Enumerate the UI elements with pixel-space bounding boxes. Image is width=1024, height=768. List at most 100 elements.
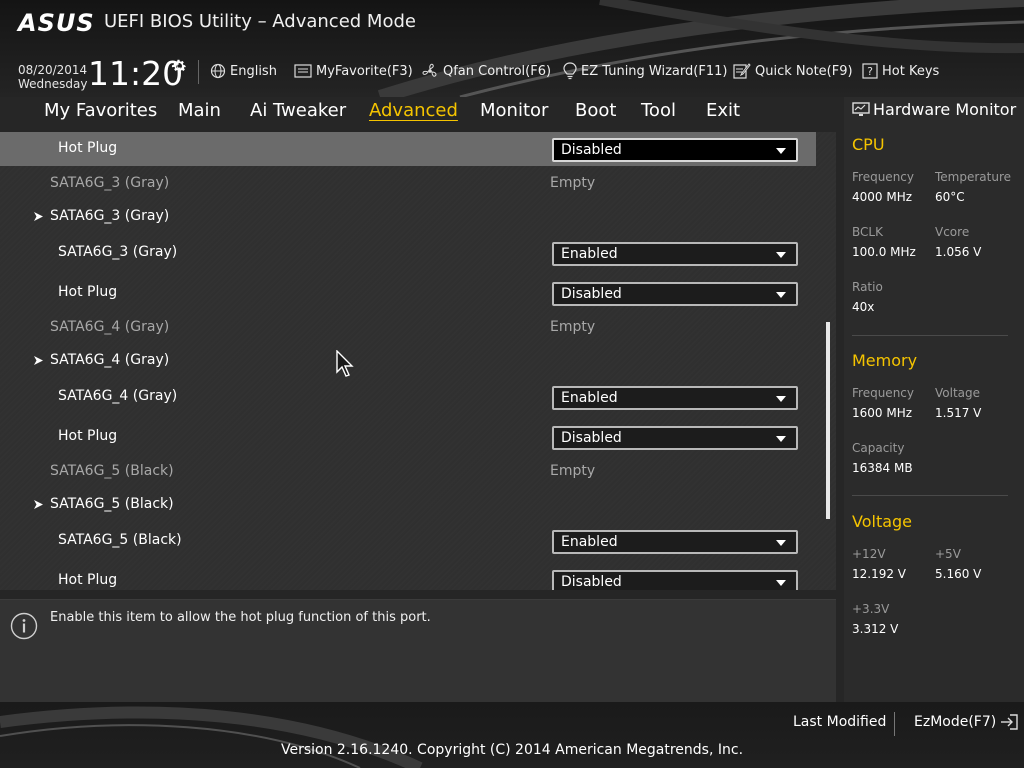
- arrow-right-icon: [34, 212, 43, 221]
- setting-row-hot-plug-3[interactable]: Hot Plug Disabled: [0, 276, 816, 310]
- app-title: UEFI BIOS Utility – Advanced Mode: [104, 11, 416, 32]
- v12-label: +12V: [852, 547, 886, 561]
- setting-label: Hot Plug: [58, 572, 118, 588]
- caret-down-icon: [776, 252, 786, 258]
- setting-row-sata6g-4[interactable]: SATA6G_4 (Gray) Enabled: [0, 380, 816, 414]
- settings-list[interactable]: Hot Plug Disabled SATA6G_3 (Gray) Empty …: [0, 132, 836, 590]
- bclk-value: 100.0 MHz: [852, 245, 916, 259]
- tab-main[interactable]: Main: [178, 100, 221, 121]
- setting-value: Empty: [550, 175, 596, 191]
- memory-capacity-value: 16384 MB: [852, 461, 913, 475]
- arrow-right-icon: [34, 356, 43, 365]
- tab-exit[interactable]: Exit: [706, 100, 740, 121]
- last-modified-button[interactable]: Last Modified: [793, 714, 886, 730]
- hot-keys-button[interactable]: ? Hot Keys: [862, 62, 939, 80]
- setting-row-hot-plug-selected[interactable]: Hot Plug Disabled: [0, 132, 816, 166]
- hot-plug-dropdown[interactable]: Disabled: [552, 138, 798, 162]
- monitor-icon: [852, 101, 870, 116]
- svg-text:?: ?: [867, 65, 873, 78]
- header-divider: [198, 60, 199, 84]
- cpu-temperature-value: 60°C: [935, 190, 965, 204]
- day-text: Wednesday: [18, 77, 88, 91]
- quick-note-label: Quick Note(F9): [755, 63, 853, 79]
- cpu-frequency-label: Frequency: [852, 170, 914, 184]
- ratio-label: Ratio: [852, 280, 883, 294]
- footer-divider: [894, 712, 895, 736]
- ez-tuning-label: EZ Tuning Wizard(F11): [581, 63, 728, 79]
- sata6g-5-dropdown[interactable]: Enabled: [552, 530, 798, 554]
- dropdown-value: Disabled: [561, 286, 622, 302]
- submenu-sata6g-3[interactable]: SATA6G_3 (Gray): [0, 206, 816, 240]
- caret-down-icon: [776, 540, 786, 546]
- setting-label: SATA6G_4 (Gray): [58, 388, 178, 404]
- tab-monitor[interactable]: Monitor: [480, 100, 548, 121]
- caret-down-icon: [776, 292, 786, 298]
- submenu-label: SATA6G_5 (Black): [50, 496, 174, 512]
- favorite-icon: [294, 64, 312, 78]
- setting-label: Hot Plug: [58, 284, 118, 300]
- setting-row-hot-plug-5[interactable]: Hot Plug Disabled: [0, 564, 816, 590]
- setting-row-sata6g-5[interactable]: SATA6G_5 (Black) Enabled: [0, 524, 816, 558]
- hot-plug-4-dropdown[interactable]: Disabled: [552, 426, 798, 450]
- quick-note-button[interactable]: Quick Note(F9): [733, 62, 853, 80]
- tab-advanced[interactable]: Advanced: [369, 100, 458, 121]
- clock-display[interactable]: 11:20: [88, 54, 183, 93]
- submenu-label: SATA6G_4 (Gray): [50, 352, 170, 368]
- setting-row-hot-plug-4[interactable]: Hot Plug Disabled: [0, 420, 816, 454]
- submenu-sata6g-5[interactable]: SATA6G_5 (Black): [0, 494, 816, 528]
- v12-value: 12.192 V: [852, 567, 907, 581]
- dropdown-value: Enabled: [561, 390, 618, 406]
- dropdown-value: Disabled: [561, 574, 622, 590]
- caret-down-icon: [776, 396, 786, 402]
- tab-tool[interactable]: Tool: [641, 100, 676, 121]
- myfavorite-label: MyFavorite(F3): [316, 63, 413, 79]
- decorative-swoosh: [0, 706, 423, 768]
- tab-boot[interactable]: Boot: [575, 100, 616, 121]
- memory-frequency-value: 1600 MHz: [852, 406, 913, 420]
- info-icon: [10, 612, 38, 640]
- tab-my-favorites[interactable]: My Favorites: [44, 100, 157, 121]
- hot-plug-3-dropdown[interactable]: Disabled: [552, 282, 798, 306]
- setting-label: SATA6G_4 (Gray): [50, 319, 170, 335]
- vcore-value: 1.056 V: [935, 245, 982, 259]
- submenu-label: SATA6G_3 (Gray): [50, 208, 170, 224]
- caret-down-icon: [776, 580, 786, 586]
- exit-arrow-icon: [1001, 714, 1018, 730]
- date-text: 08/20/2014: [18, 63, 88, 77]
- date-display: 08/20/2014 Wednesday: [18, 63, 87, 91]
- ez-tuning-wizard-button[interactable]: EZ Tuning Wizard(F11): [563, 62, 727, 80]
- header-bar: ASUS UEFI BIOS Utility – Advanced Mode 0…: [0, 0, 1024, 97]
- globe-icon: [210, 63, 226, 79]
- cpu-temperature-label: Temperature: [935, 170, 1012, 184]
- setting-row-sata6g-3[interactable]: SATA6G_3 (Gray) Enabled: [0, 236, 816, 270]
- arrow-right-icon: [34, 500, 43, 509]
- cpu-frequency-value: 4000 MHz: [852, 190, 913, 204]
- caret-down-icon: [776, 436, 786, 442]
- hot-keys-label: Hot Keys: [882, 63, 940, 79]
- sata6g-4-dropdown[interactable]: Enabled: [552, 386, 798, 410]
- setting-row-sata6g-5-info: SATA6G_5 (Black) Empty: [0, 460, 816, 494]
- hardware-monitor-panel: Hardware Monitor CPU Frequency Temperatu…: [844, 97, 1024, 702]
- qfan-control-button[interactable]: Qfan Control(F6): [421, 62, 551, 80]
- language-button[interactable]: English: [210, 62, 277, 80]
- memory-heading: Memory: [852, 351, 918, 370]
- setting-label: SATA6G_5 (Black): [58, 532, 182, 548]
- gear-icon[interactable]: [170, 57, 188, 75]
- setting-label: Hot Plug: [58, 428, 118, 444]
- settings-scrollbar[interactable]: [826, 322, 830, 519]
- language-label: English: [230, 63, 277, 79]
- tab-ai-tweaker[interactable]: Ai Tweaker: [250, 100, 346, 121]
- copyright-text: Version 2.16.1240. Copyright (C) 2014 Am…: [280, 742, 744, 758]
- setting-value: Empty: [550, 319, 596, 335]
- sata6g-3-dropdown[interactable]: Enabled: [552, 242, 798, 266]
- help-panel: Enable this item to allow the hot plug f…: [0, 599, 836, 702]
- ezmode-label: EzMode(F7): [914, 714, 997, 730]
- submenu-sata6g-4[interactable]: SATA6G_4 (Gray): [0, 350, 816, 384]
- fan-icon: [422, 63, 437, 77]
- myfavorite-button[interactable]: MyFavorite(F3): [294, 62, 413, 80]
- ezmode-button[interactable]: EzMode(F7): [914, 714, 1019, 730]
- ratio-value: 40x: [852, 300, 875, 314]
- cpu-heading: CPU: [852, 135, 885, 154]
- setting-label: SATA6G_5 (Black): [50, 463, 174, 479]
- hot-plug-5-dropdown[interactable]: Disabled: [552, 570, 798, 590]
